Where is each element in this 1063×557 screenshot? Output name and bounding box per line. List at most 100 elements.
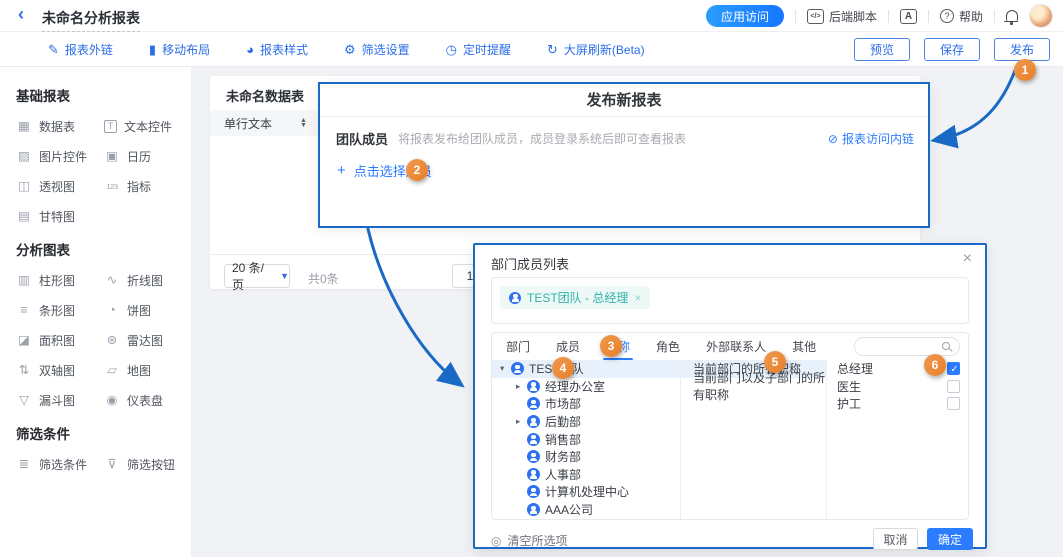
sidebar-item-gauge[interactable]: ◉ 仪表盘 [104,392,186,409]
line-chart-icon: ∿ [104,274,120,287]
sidebar-item-image-widget[interactable]: ▨图片控件 [16,148,104,165]
tree-node-manager-office[interactable]: ▸经理办公室 [492,378,680,396]
question-icon: ? [940,9,954,23]
sidebar-item-pivot[interactable]: ◫透视图 [16,178,104,195]
app-access-button[interactable]: 应用访问 [706,5,784,27]
tab-mobile-layout[interactable]: ▮ 移动布局 [149,41,210,58]
pencil-icon: ✎ [48,43,59,56]
publish-button[interactable]: 发布 [994,38,1050,61]
sidebar-item-filter-condition[interactable]: ≣筛选条件 [16,456,104,473]
scope-current-and-sub-dept[interactable]: 当前部门以及子部门的所有职称 [681,378,826,396]
tree-node-aaa-company[interactable]: AAA公司 [492,501,680,519]
clear-selection-link[interactable]: ◎ 清空所选项 [491,532,568,549]
sidebar-item-radar-chart[interactable]: ⊛雷达图 [104,332,186,349]
text-icon: T [104,120,117,133]
title-row-doctor[interactable]: 医生 [827,378,968,396]
item-label: 仪表盘 [127,392,163,409]
tab-report-external-link[interactable]: ✎ 报表外链 [48,41,113,58]
step-badge-3: 3 [600,335,622,357]
pie-icon: ◕ [246,43,254,56]
chevron-down-icon: ▼ [280,271,289,281]
back-icon[interactable]: ‹ [18,4,24,25]
header-actions: 应用访问 </> 后端脚本 A ? 帮助 [706,0,1053,32]
tree-node-sales[interactable]: 销售部 [492,430,680,448]
sidebar-item-gantt[interactable]: ▤甘特图 [16,208,104,225]
refresh-icon: ↻ [547,43,558,56]
close-icon[interactable]: × [963,250,972,268]
tab-report-style[interactable]: ◕ 报表样式 [246,41,308,58]
backend-script-button[interactable]: </> 后端脚本 [807,8,877,25]
tab-bigscreen-refresh[interactable]: ↻ 大屏刷新(Beta) [547,41,645,58]
confirm-button[interactable]: 确定 [927,528,973,550]
step-badge-5: 5 [764,351,786,373]
chip-remove-icon[interactable]: × [634,291,641,305]
tab-external-contact[interactable]: 外部联系人 [706,333,766,360]
sidebar-item-indicator[interactable]: 123指标 [104,178,186,195]
tab-label: 移动布局 [162,41,210,58]
sidebar-item-data-table[interactable]: ▦数据表 [16,118,104,135]
caret-right-icon[interactable]: ▸ [516,381,527,392]
section-items: ≣筛选条件 ⊽筛选按钮 [16,456,191,473]
sidebar-item-funnel-chart[interactable]: ▽漏斗图 [16,392,104,409]
tree-label: 人事部 [545,466,581,483]
item-label: 筛选条件 [39,456,87,473]
checkbox[interactable] [947,380,960,393]
gauge-icon: ◉ [104,394,120,407]
tree-node-computer-center[interactable]: 计算机处理中心 [492,483,680,501]
sidebar-item-line-chart[interactable]: ∿折线图 [104,272,186,289]
caret-right-icon[interactable]: ▸ [516,416,527,427]
tree-node-hr[interactable]: 人事部 [492,466,680,484]
cancel-button[interactable]: 取消 [873,528,918,550]
tree-node-finance[interactable]: 财务部 [492,448,680,466]
tab-role[interactable]: 角色 [656,333,680,360]
tab-scheduled-reminder[interactable]: ◷ 定时提醒 [446,41,511,58]
tree-node-marketing[interactable]: 市场部 [492,395,680,413]
tab-label: 大屏刷新(Beta) [564,41,645,58]
widget-sidebar: 基础报表 ▦数据表 T文本控件 ▨图片控件 ▣日历 ◫透视图 123指标 ▤甘特… [0,67,192,557]
sidebar-item-bar-chart[interactable]: ≡条形图 [16,302,104,319]
sidebar-item-filter-button[interactable]: ⊽筛选按钮 [104,456,186,473]
checkbox-checked[interactable] [947,362,960,375]
sidebar-item-text-widget[interactable]: T 文本控件 [104,118,186,135]
tab-other[interactable]: 其他 [792,333,816,360]
title-row-general-manager[interactable]: 总经理 [827,360,968,378]
preview-button[interactable]: 预览 [854,38,910,61]
tree-node-test-team[interactable]: ▾TEST团队 [492,360,680,378]
item-label: 饼图 [127,302,151,319]
search-input[interactable] [854,337,960,356]
sidebar-item-calendar[interactable]: ▣日历 [104,148,186,165]
notification-bell-icon[interactable] [1006,10,1018,21]
user-avatar[interactable] [1029,4,1053,28]
tab-filter-settings[interactable]: ⚙ 筛选设置 [344,41,410,58]
org-icon [527,503,540,516]
automation-icon[interactable]: A [900,9,917,24]
sidebar-item-area-chart[interactable]: ◪面积图 [16,332,104,349]
sidebar-item-column-chart[interactable]: ▥柱形图 [16,272,104,289]
publish-dialog: 发布新报表 团队成员 将报表发布给团队成员，成员登录系统后即可查看报表 ⊘ 报表… [318,82,930,228]
tree-label: 后勤部 [545,413,581,430]
tree-label: 市场部 [545,395,581,412]
page-size-select[interactable]: 20 条/页 ▼ [224,264,290,288]
item-label: 双轴图 [39,362,75,379]
org-icon [527,380,540,393]
page-title[interactable]: 未命名分析报表 [42,8,140,32]
title-row-nurse[interactable]: 护工 [827,395,968,413]
picker-columns: ▾TEST团队 ▸经理办公室 市场部 ▸ 后勤部 销售部 财务部 人事部 计算机处… [492,360,968,519]
sidebar-item-map[interactable]: ▱地图 [104,362,186,379]
item-label: 文本控件 [124,118,172,135]
tab-member[interactable]: 成员 [556,333,580,360]
sort-icon[interactable]: ▲▼ [300,118,307,128]
tree-node-logistics[interactable]: ▸ 后勤部 [492,413,680,431]
report-access-link[interactable]: ⊘ 报表访问内链 [828,130,914,147]
help-button[interactable]: ? 帮助 [940,8,983,25]
divider [888,10,889,23]
tab-department[interactable]: 部门 [506,333,530,360]
checkbox[interactable] [947,397,960,410]
table-title: 未命名数据表 [226,86,304,105]
sidebar-item-dual-axis-chart[interactable]: ⇅双轴图 [16,362,104,379]
section-items: ▥柱形图 ∿折线图 ≡条形图 ◔饼图 ◪面积图 ⊛雷达图 ⇅双轴图 ▱地图 ▽漏… [16,272,191,409]
caret-down-icon[interactable]: ▾ [500,363,511,374]
save-button[interactable]: 保存 [924,38,980,61]
sidebar-item-pie-chart[interactable]: ◔饼图 [104,302,186,319]
gantt-icon: ▤ [16,210,32,223]
